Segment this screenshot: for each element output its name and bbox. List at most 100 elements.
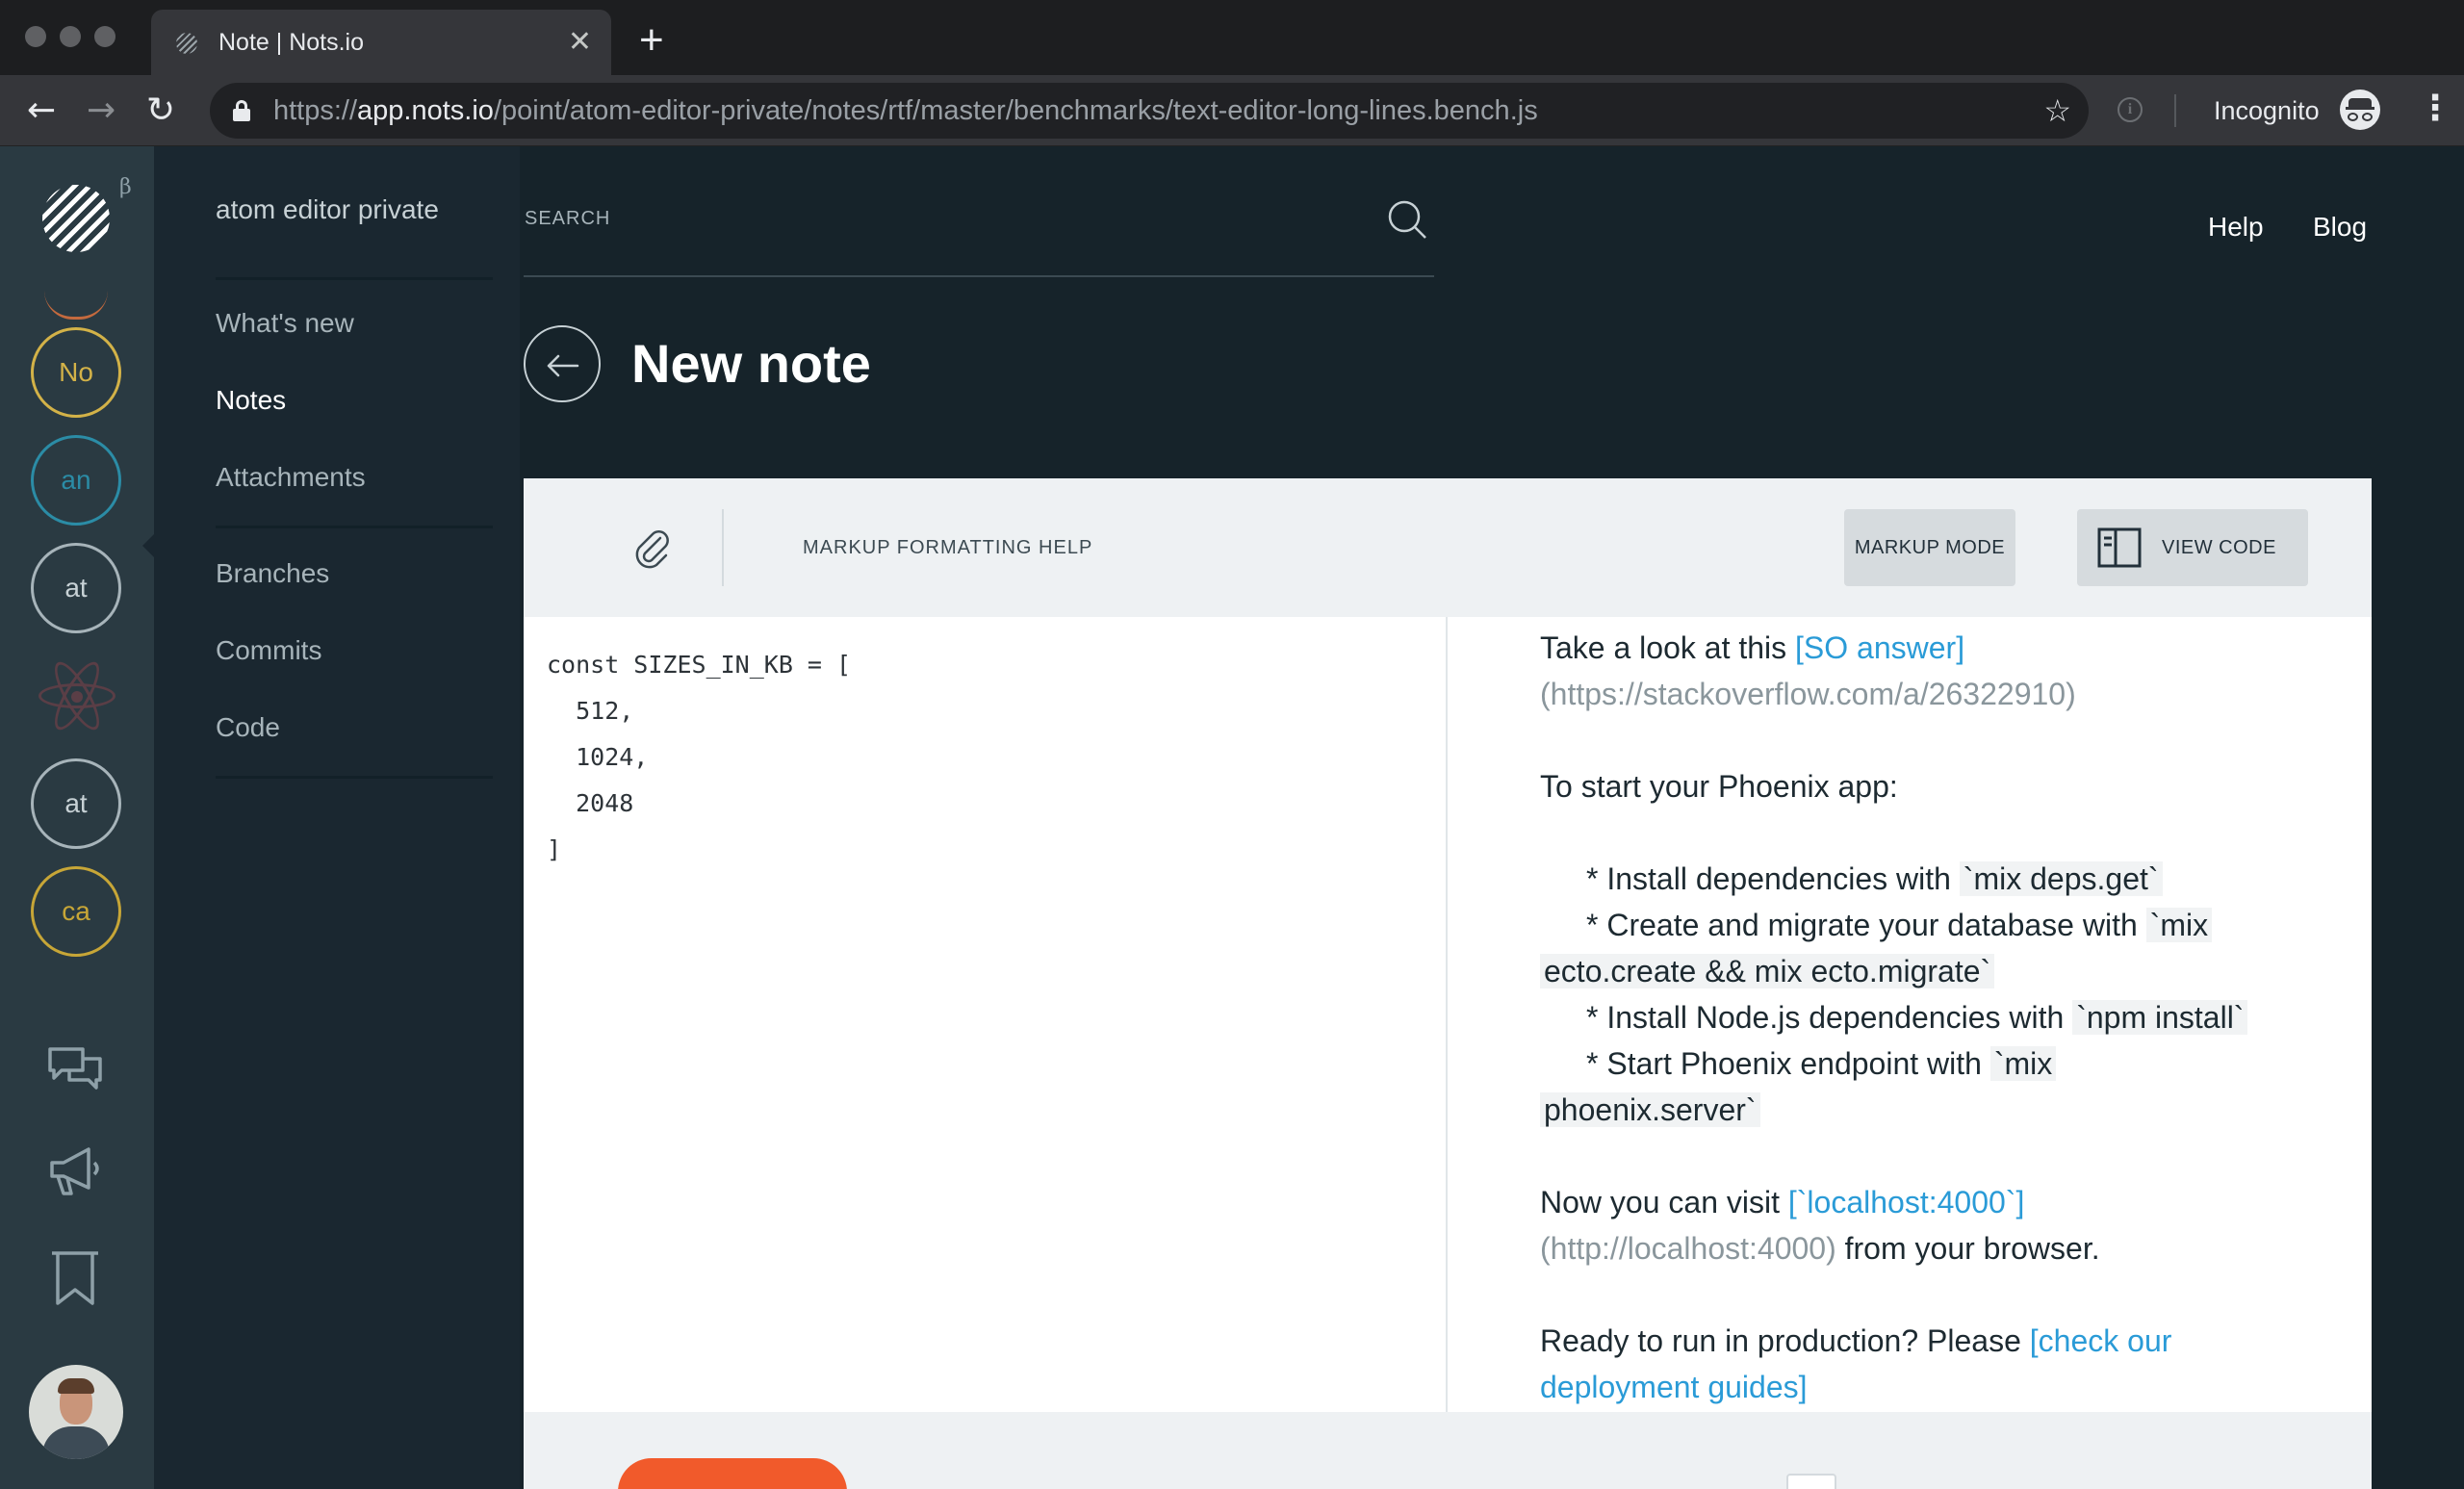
new-tab-button[interactable]: + <box>639 13 664 67</box>
preview-text-run: * Install Node.js dependencies with <box>1586 1000 2073 1035</box>
project-avatar-no[interactable]: No <box>31 327 121 418</box>
preview-text-run: Ready to run in production? Please <box>1540 1323 2030 1358</box>
split-view-icon <box>2097 527 2142 568</box>
forward-arrow-icon[interactable]: → <box>87 75 116 146</box>
preview-text-run: * Create and migrate your database with <box>1586 908 2146 942</box>
so-answer-link[interactable]: [SO answer] <box>1795 630 1964 665</box>
preview-text-run: from your browser. <box>1835 1231 2100 1266</box>
active-project-pointer <box>142 534 154 557</box>
nav-item-notes[interactable]: Notes <box>216 385 286 416</box>
toolbar-divider <box>2174 94 2176 127</box>
preview-text-run: * Install dependencies with <box>1586 861 1960 896</box>
nav-item-whats-new[interactable]: What's new <box>216 308 354 339</box>
bookmark-icon[interactable] <box>44 1247 106 1309</box>
project-nav: atom editor private What's new Notes Att… <box>154 146 520 1489</box>
project-avatar-an[interactable]: an <box>31 435 121 526</box>
preview-paragraph: Now you can visit [`localhost:4000`] <box>1540 1179 2310 1225</box>
preview-bullet: * Start Phoenix endpoint with `mix <box>1540 1040 2310 1087</box>
code-line: 2048 <box>547 789 634 817</box>
code-line: ] <box>547 835 562 863</box>
help-link[interactable]: Help <box>2208 212 2264 243</box>
address-bar[interactable]: https://app.nots.io/point/atom-editor-pr… <box>210 83 2089 139</box>
main-content: SEARCH Help Blog New note MARKUP FORMATT… <box>520 146 2464 1489</box>
view-code-button[interactable]: VIEW CODE <box>2077 509 2308 586</box>
preview-bullet-cont: phoenix.server` <box>1540 1087 2310 1133</box>
tab-title: Note | Nots.io <box>218 29 365 56</box>
inline-code: `npm install` <box>2072 1000 2248 1035</box>
inline-code: `mix deps.get` <box>1959 861 2163 896</box>
back-arrow-icon[interactable]: ← <box>27 75 56 146</box>
nav-item-commits[interactable]: Commits <box>216 635 321 666</box>
note-editor: MARKUP FORMATTING HELP MARKUP MODE VIEW … <box>524 478 2372 1489</box>
project-avatar-ca[interactable]: ca <box>31 866 121 957</box>
nav-item-branches[interactable]: Branches <box>216 558 329 589</box>
arrow-left-icon <box>547 354 579 377</box>
preview-paragraph: Ready to run in production? Please [chec… <box>1540 1318 2310 1410</box>
search-icon[interactable] <box>1386 198 1428 241</box>
preview-text: Take a look at this [SO answer] (https:/… <box>1540 625 2310 1410</box>
browser-menu-icon[interactable]: ⋮ <box>2418 75 2452 142</box>
markup-formatting-help-link[interactable]: MARKUP FORMATTING HELP <box>803 478 1092 617</box>
preview-bullet: * Install dependencies with `mix deps.ge… <box>1540 856 2310 902</box>
preview-paragraph: Take a look at this [SO answer] <box>1540 625 2310 671</box>
window-close-dot[interactable] <box>25 26 46 47</box>
preview-bullet: * Install Node.js dependencies with `npm… <box>1540 994 2310 1040</box>
preview-url: (https://stackoverflow.com/a/26322910) <box>1540 677 2076 711</box>
back-button[interactable] <box>524 325 601 402</box>
code-text: const SIZES_IN_KB = [ 512, 1024, 2048] <box>547 642 851 873</box>
localhost-link[interactable]: [`localhost:4000`] <box>1788 1185 2024 1219</box>
browser-tab[interactable]: Note | Nots.io ✕ <box>151 10 611 75</box>
nav-item-attachments[interactable]: Attachments <box>216 462 366 493</box>
incognito-label: Incognito <box>2214 96 2320 125</box>
incognito-icon[interactable] <box>2340 90 2380 130</box>
markup-mode-button[interactable]: MARKUP MODE <box>1844 509 2015 586</box>
browser-tab-bar: Note | Nots.io ✕ + <box>0 0 2464 75</box>
info-icon[interactable]: i <box>2118 97 2143 122</box>
nav-divider <box>216 776 493 779</box>
url-text[interactable]: https://app.nots.io/point/atom-editor-pr… <box>273 83 1538 139</box>
markup-textarea[interactable]: const SIZES_IN_KB = [ 512, 1024, 2048] <box>524 617 1448 1412</box>
scroll-hint-arc <box>44 291 108 320</box>
window-minimize-dot[interactable] <box>60 26 81 47</box>
window-zoom-dot[interactable] <box>94 26 116 47</box>
inline-code: ecto.create && mix ecto.migrate` <box>1540 954 1995 988</box>
search-input[interactable]: SEARCH <box>525 208 610 230</box>
browser-toolbar: ← → ↻ https://app.nots.io/point/atom-edi… <box>0 75 2464 146</box>
code-line: 512, <box>547 697 634 725</box>
inline-code: `mix <box>1989 1046 2057 1081</box>
page-title: New note <box>631 333 871 394</box>
view-code-label: VIEW CODE <box>2162 537 2276 558</box>
nav-item-code[interactable]: Code <box>216 712 280 743</box>
nots-logo-icon[interactable] <box>42 185 110 252</box>
blog-link[interactable]: Blog <box>2313 212 2367 243</box>
preview-paragraph: To start your Phoenix app: <box>1540 769 1898 804</box>
toolbar-separator <box>722 509 724 586</box>
project-avatar-at-2[interactable]: at <box>31 758 121 849</box>
bookmark-star-icon[interactable]: ☆ <box>2043 83 2071 139</box>
user-avatar[interactable] <box>29 1365 123 1459</box>
project-avatar-at[interactable]: at <box>31 543 121 633</box>
reload-icon[interactable]: ↻ <box>146 75 175 146</box>
tab-close-icon[interactable]: ✕ <box>568 10 592 75</box>
editor-footer <box>524 1412 2372 1489</box>
editor-toolbar: MARKUP FORMATTING HELP MARKUP MODE VIEW … <box>524 478 2372 617</box>
inline-code: `mix <box>2145 908 2213 942</box>
preview-bullet-cont: ecto.create && mix ecto.migrate` <box>1540 948 2310 994</box>
project-name: atom editor private <box>216 194 439 224</box>
code-line: const SIZES_IN_KB = [ <box>547 651 852 679</box>
footer-checkbox[interactable] <box>1786 1474 1836 1489</box>
preview-paragraph: (http://localhost:4000) from your browse… <box>1540 1225 2310 1271</box>
preview-bullet: * Create and migrate your database with … <box>1540 902 2310 948</box>
code-line: 1024, <box>547 743 649 771</box>
save-note-button[interactable] <box>618 1458 847 1489</box>
atom-project-icon[interactable] <box>29 647 125 743</box>
announcements-icon[interactable] <box>44 1140 106 1201</box>
discussions-icon[interactable] <box>44 1041 106 1103</box>
markup-preview: Take a look at this [SO answer] (https:/… <box>1450 617 2372 1412</box>
preview-text-run: Take a look at this <box>1540 630 1796 665</box>
preview-text-run: Now you can visit <box>1540 1185 1788 1219</box>
favicon-icon <box>176 33 197 54</box>
search-underline <box>524 275 1434 277</box>
nav-divider <box>216 277 493 280</box>
paperclip-icon[interactable] <box>628 525 674 571</box>
